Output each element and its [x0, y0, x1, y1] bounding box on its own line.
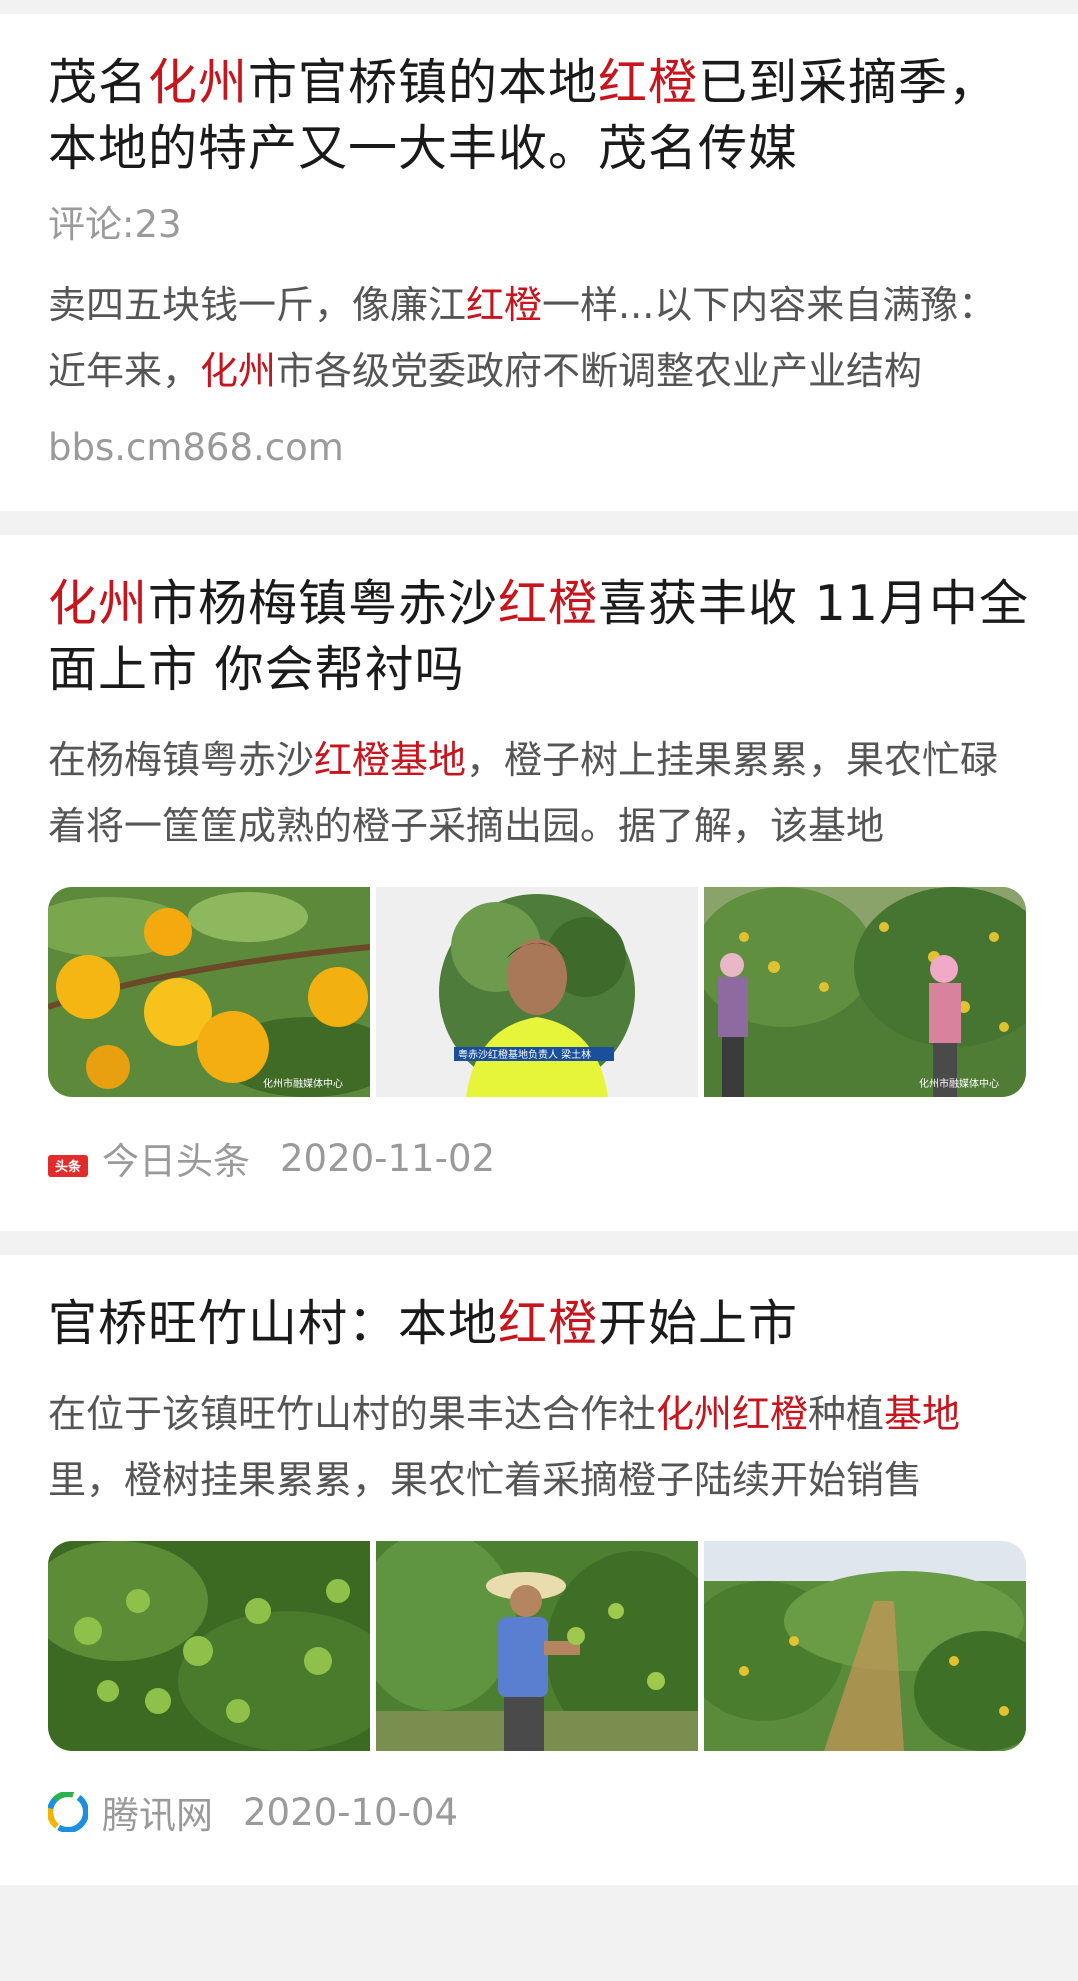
- publish-date: 2020-11-02: [280, 1136, 496, 1180]
- source-name: 今日头条: [102, 1140, 250, 1183]
- thumbnail-strip[interactable]: [48, 1541, 1030, 1751]
- result-snippet: 卖四五块钱一斤，像廉江红橙一样...以下内容来自满豫：近年来，化州市各级党委政府…: [48, 272, 1030, 404]
- card-divider: [0, 511, 1078, 535]
- text-segment: 卖四五块钱一斤，像廉江: [48, 283, 467, 327]
- search-result-card-1[interactable]: 茂名化州市官桥镇的本地红橙已到采摘季，本地的特产又一大丰收。茂名传媒 评论:23…: [0, 14, 1078, 511]
- text-segment: 市各级党委政府不断调整农业产业结构: [276, 349, 923, 393]
- text-segment: 市杨梅镇粤赤沙: [148, 575, 499, 632]
- publish-date: 2020-10-04: [243, 1790, 459, 1834]
- source-name: 腾讯网: [102, 1794, 213, 1837]
- result-snippet: 在位于该镇旺竹山村的果丰达合作社化州红橙种植基地里，橙树挂果累累，果农忙着采摘橙…: [48, 1381, 1030, 1513]
- result-source-row: 腾讯网 2020-10-04: [47, 1785, 1030, 1885]
- thumbnail-orange-grove[interactable]: [704, 1541, 1026, 1751]
- thumbnail-watermark: 化州市融媒体中心: [263, 1077, 343, 1090]
- text-segment: 开始上市: [598, 1295, 799, 1352]
- text-segment: 种植: [808, 1392, 885, 1436]
- highlight-keyword: 基地: [884, 1392, 961, 1436]
- highlight-keyword: 红橙: [498, 1295, 599, 1352]
- toutiao-logo-text: 头条: [55, 1159, 82, 1175]
- text-segment: 里，橙树挂果累累，果农忙着采摘橙子陆续开始销售: [48, 1458, 923, 1502]
- tencent-logo-icon: [47, 1791, 89, 1833]
- highlight-keyword: 红橙基地: [314, 738, 467, 782]
- text-segment: 官桥旺竹山村：本地: [48, 1295, 499, 1352]
- result-title[interactable]: 茂名化州市官桥镇的本地红橙已到采摘季，本地的特产又一大丰收。茂名传媒: [48, 50, 1030, 182]
- result-url[interactable]: bbs.cm868.com: [48, 426, 1030, 511]
- text-segment: 在位于该镇旺竹山村的果丰达合作社: [48, 1392, 657, 1436]
- interview-caption: 粤赤沙红橙基地负责人 梁土林: [458, 1048, 591, 1061]
- result-title[interactable]: 官桥旺竹山村：本地红橙开始上市: [48, 1291, 1030, 1357]
- thumbnail-farmer-picking[interactable]: [376, 1541, 698, 1751]
- comment-count: 评论:23: [48, 203, 182, 246]
- result-snippet: 在杨梅镇粤赤沙红橙基地，橙子树上挂果累累，果农忙碌着将一筐筐成熟的橙子采摘出园。…: [48, 727, 1030, 859]
- thumbnail-oranges-on-branch[interactable]: 化州市融媒体中心: [48, 887, 370, 1097]
- card-divider: [0, 1885, 1078, 1909]
- result-source-row: 头条 今日头条 2020-11-02: [48, 1131, 1030, 1231]
- text-segment: 茂名: [48, 54, 149, 111]
- highlight-keyword: 红橙: [498, 575, 599, 632]
- highlight-keyword: 红橙: [598, 54, 699, 111]
- text-segment: 在杨梅镇粤赤沙: [48, 738, 315, 782]
- text-segment: 市官桥镇的本地: [248, 54, 599, 111]
- highlight-keyword: 化州: [148, 54, 249, 111]
- thumbnail-watermark: 化州市融媒体中心: [919, 1077, 999, 1090]
- highlight-keyword: 化州: [200, 349, 277, 393]
- thumbnail-strip[interactable]: 化州市融媒体中心 粤赤沙红橙基地负责人 梁土林 化州市融媒体中心: [48, 887, 1030, 1097]
- search-result-card-3[interactable]: 官桥旺竹山村：本地红橙开始上市 在位于该镇旺竹山村的果丰达合作社化州红橙种植基地…: [0, 1255, 1078, 1885]
- thumbnail-orchard-workers[interactable]: 化州市融媒体中心: [704, 887, 1026, 1097]
- highlight-keyword: 红橙: [466, 283, 543, 327]
- card-divider: [0, 1231, 1078, 1255]
- thumbnail-green-oranges[interactable]: [48, 1541, 370, 1751]
- search-result-card-2[interactable]: 化州市杨梅镇粤赤沙红橙喜获丰收 11月中全面上市 你会帮衬吗 在杨梅镇粤赤沙红橙…: [0, 535, 1078, 1231]
- highlight-keyword: 化州红橙: [656, 1392, 809, 1436]
- top-spacer: [0, 0, 1078, 14]
- toutiao-logo-icon: 头条: [48, 1145, 88, 1177]
- result-title[interactable]: 化州市杨梅镇粤赤沙红橙喜获丰收 11月中全面上市 你会帮衬吗: [48, 571, 1030, 703]
- thumbnail-interview[interactable]: 粤赤沙红橙基地负责人 梁土林: [376, 887, 698, 1097]
- highlight-keyword: 化州: [48, 575, 149, 632]
